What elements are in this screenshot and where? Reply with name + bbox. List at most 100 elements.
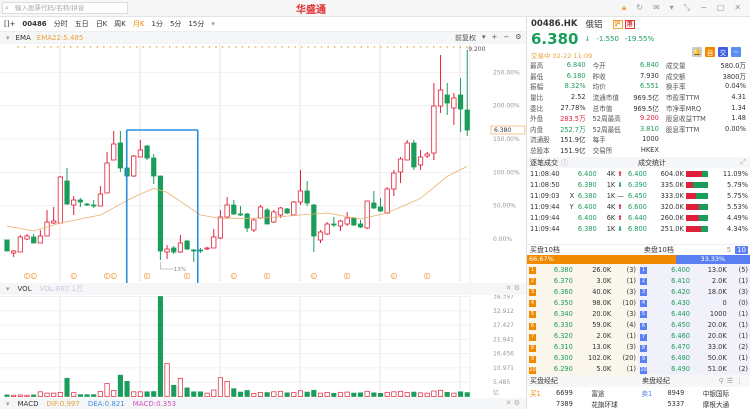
shirt-icon[interactable]: ▾ xyxy=(670,3,674,13)
candle-up xyxy=(164,248,170,253)
ask-level-row[interactable]: 1 6.400 13.0K (5) xyxy=(638,264,750,275)
event-marker-label: E xyxy=(25,274,28,280)
bid-level-row[interactable]: 1 6.380 26.0K (3) xyxy=(527,264,638,275)
stat-price: 6.800 xyxy=(628,224,647,233)
expand-icon[interactable]: ⤢ xyxy=(740,158,746,167)
refresh-icon[interactable]: ↻ xyxy=(636,3,643,13)
maximize-icon[interactable]: □ xyxy=(717,3,725,13)
depth-5-button[interactable]: 5 xyxy=(727,246,731,254)
volume-bar xyxy=(411,391,417,397)
stat-value: 6.840 xyxy=(566,61,586,70)
dotted-marker xyxy=(221,46,224,48)
dotted-marker xyxy=(300,46,303,48)
level-index: 3 xyxy=(638,286,656,297)
direction-down-icon: ⬇ xyxy=(617,224,623,233)
level-orders: (1) xyxy=(738,321,748,330)
event-marker-label: E xyxy=(232,274,235,280)
view-mode-icons[interactable]: ⚲☰⋮ xyxy=(719,377,746,385)
level-price: 6.370 xyxy=(553,276,573,285)
collapse-button[interactable]: − xyxy=(731,47,741,57)
ask-level-row[interactable]: 6 6.450 20.0K (1) xyxy=(638,319,750,330)
stat-row: 外盘 283.5万 52周最高 9.200 股息收益TTM 1.48 xyxy=(529,113,747,124)
vol-value: VOL:687.1万 xyxy=(39,285,84,293)
bid-level-row[interactable]: 5 6.340 20.0K (3) xyxy=(527,308,638,319)
candle-down xyxy=(144,145,150,159)
level-orders: (20) xyxy=(622,354,636,363)
candle-up xyxy=(424,153,430,157)
tick-time: 11:09:44 xyxy=(530,214,560,222)
ticks-title[interactable]: 逐笔成交 xyxy=(530,158,558,168)
trade-stats-title[interactable]: 成交统计 xyxy=(638,158,666,168)
candle-down xyxy=(331,223,337,226)
stat-row: 内盘 252.7万 52周最低 3.810 股息率TTM 0.00% xyxy=(529,124,747,135)
tick-volume: 1K xyxy=(606,181,616,190)
ask-level-row[interactable]: 4 6.430 0 (0) xyxy=(638,297,750,308)
minimize-icon[interactable]: − xyxy=(700,3,707,13)
ask-level-row[interactable]: 5 6.440 1000 (1) xyxy=(638,308,750,319)
ask-broker-name: 摩根大通 xyxy=(702,400,730,409)
candle-down xyxy=(377,206,384,212)
bid-level-row[interactable]: 10 6.290 5.0K (1) xyxy=(527,364,638,375)
broker-row[interactable]: 7389 花旗环球 5337 摩根大通 xyxy=(527,398,750,409)
vol-pane-controls[interactable]: ✕ ⚙ xyxy=(506,284,520,292)
candle-down xyxy=(444,94,450,104)
ask-level-row[interactable]: 3 6.420 18.0K (3) xyxy=(638,286,750,297)
quote-stats: 最高 6.840 今开 6.840 成交量 580.0万 最低 6.180 昨收 7.930 成交额… xyxy=(529,60,747,155)
tick-time: 11:08:40 xyxy=(530,170,560,179)
candle-down xyxy=(117,142,123,169)
watchlist-button[interactable]: 自 xyxy=(705,47,715,57)
volume-bar xyxy=(417,392,424,397)
level-badge: 5 xyxy=(640,311,647,319)
ratio-bar xyxy=(685,215,708,221)
dotted-marker xyxy=(129,46,132,48)
level-orders: (1) xyxy=(738,276,748,285)
vol-tick-label: 10.971 xyxy=(493,365,514,372)
kline-chart[interactable]: 250.00% 200.00% 150.00% 100.00% 50.00% 0.00% 9… xyxy=(0,0,526,409)
bid-level-row[interactable]: 3 6.360 40.0K (3) xyxy=(527,286,638,297)
stat-value: 3.810 xyxy=(639,124,659,133)
volume-bar xyxy=(331,393,337,397)
bid-level-row[interactable]: 9 6.300 102.0K (20) xyxy=(527,353,638,364)
vol-tick-label: 21.941 xyxy=(493,336,514,343)
bid-level-row[interactable]: 2 6.370 3.0K (1) xyxy=(527,275,638,286)
candle-up xyxy=(257,206,264,219)
trade-button[interactable]: 交 xyxy=(718,47,728,57)
macd-pane-controls[interactable]: ✕ ⚙ xyxy=(506,399,520,407)
stat-row: 最低 6.180 昨收 7.930 成交额 3800万 xyxy=(529,71,747,82)
level-volume: 13.0K xyxy=(707,265,727,274)
ask-level-row[interactable]: 10 6.490 51.0K (2) xyxy=(638,364,750,375)
ask-levels: 1 6.400 13.0K (5) 2 6.410 2.0K (1) 3 6.420 18.0K (3… xyxy=(638,264,750,375)
broker-row[interactable]: 买1 6699 富途 卖1 8949 中银国际 xyxy=(527,387,750,398)
collapse-icon[interactable]: ▾ xyxy=(6,285,10,293)
bid-level-row[interactable]: 8 6.310 13.0K (3) xyxy=(527,342,638,353)
macd-label[interactable]: MACD xyxy=(18,400,39,408)
stat-value: 6.840 xyxy=(639,61,659,70)
alert-bell-button[interactable]: 🔔 xyxy=(692,47,702,57)
bid-level-row[interactable]: 7 6.320 2.0K (1) xyxy=(527,331,638,342)
tick-row: 11:08:40 6.400 4K ⬆ 6.400 604.0K 11.09% xyxy=(529,169,749,180)
depth-10-button[interactable]: 10 xyxy=(735,246,748,254)
help-icon[interactable]: ⓘ xyxy=(561,158,568,168)
dotted-marker xyxy=(122,46,125,48)
candle-up xyxy=(97,193,103,207)
vol-label[interactable]: VOL xyxy=(18,285,32,293)
lock-icon[interactable]: 🔒︎ xyxy=(622,3,626,13)
dotted-marker xyxy=(43,46,46,48)
stat-value: 9.200 xyxy=(639,114,659,123)
volume-bar xyxy=(391,391,397,397)
collapse-icon[interactable]: ▾ xyxy=(6,400,10,408)
ask-level-row[interactable]: 8 6.470 33.0K (2) xyxy=(638,342,750,353)
bid-level-row[interactable]: 6 6.330 59.0K (4) xyxy=(527,319,638,330)
ask-level-row[interactable]: 2 6.410 2.0K (1) xyxy=(638,275,750,286)
level-badge: 8 xyxy=(640,344,647,352)
event-marker-label: E xyxy=(105,274,108,280)
bid-level-row[interactable]: 4 6.350 98.0K (10) xyxy=(527,297,638,308)
event-marker-label: E xyxy=(112,274,115,280)
shrink-icon[interactable]: ⤡ xyxy=(684,3,690,13)
level-index: 5 xyxy=(638,308,656,319)
ask-level-row[interactable]: 7 6.460 20.0K (1) xyxy=(638,331,750,342)
ask-level-row[interactable]: 9 6.480 50.0K (1) xyxy=(638,353,750,364)
mail-icon[interactable]: ✉ xyxy=(653,3,660,13)
level-price: 6.440 xyxy=(671,309,691,318)
close-icon[interactable]: ✕ xyxy=(734,3,741,13)
